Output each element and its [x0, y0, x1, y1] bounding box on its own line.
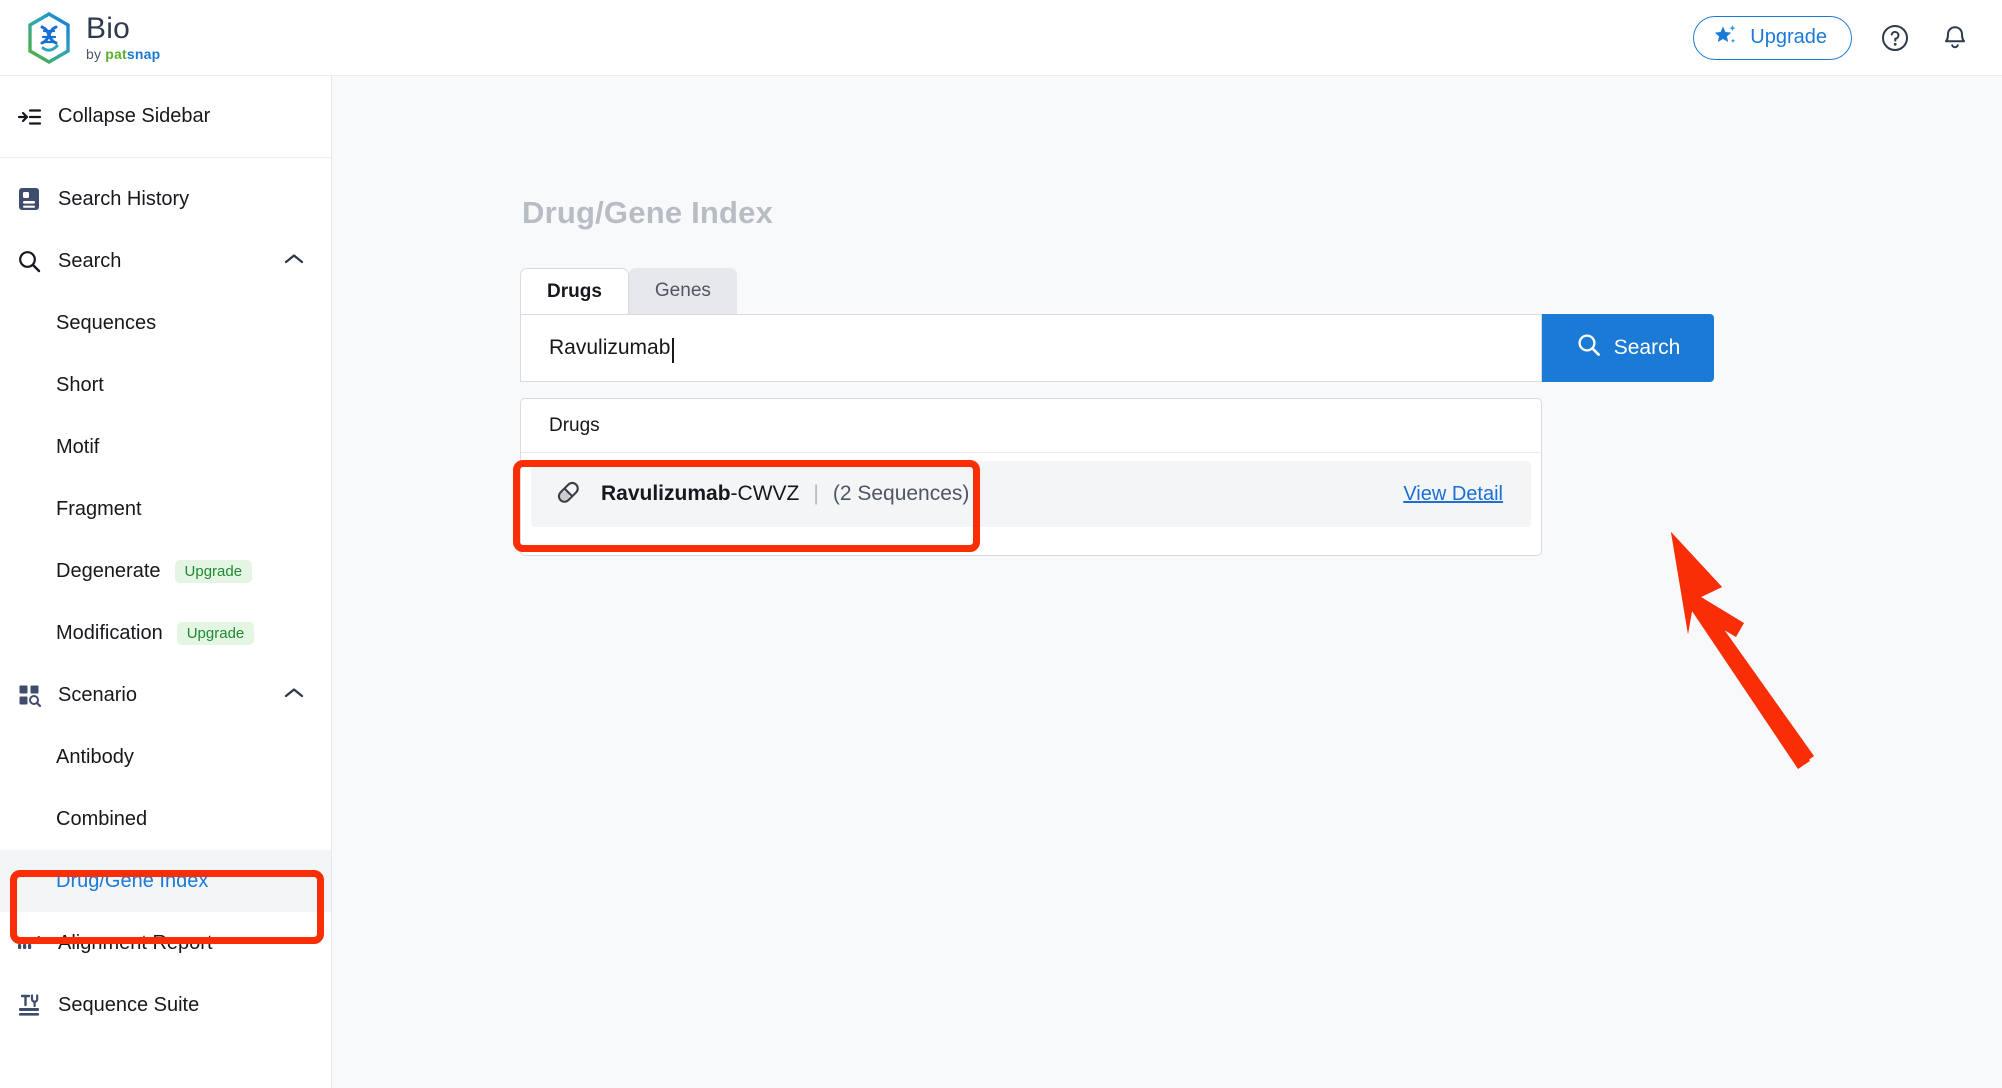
bio-dna-hexagon-icon [26, 11, 72, 64]
sidebar-item-combined[interactable]: Combined [0, 788, 331, 850]
search-input[interactable]: Ravulizumab [520, 314, 1542, 382]
sidebar-item-label: Combined [56, 807, 148, 830]
suggestion-separator: | [813, 482, 819, 505]
suggestion-row[interactable]: Ravulizumab-CWVZ | (2 Sequences) View De… [531, 461, 1531, 527]
sidebar-item-label: Short [56, 373, 104, 396]
brand-snap-label: snap [126, 46, 161, 62]
search-row: Ravulizumab Search [520, 314, 1714, 382]
sidebar: Collapse Sidebar Search History Search S… [0, 76, 332, 1088]
suggestion-sequence-count: (2 Sequences) [832, 482, 970, 505]
sidebar-item-label: Antibody [56, 745, 134, 768]
sidebar-item-label: Fragment [56, 497, 142, 520]
sidebar-item-search-history[interactable]: Search History [0, 168, 331, 230]
pill-capsule-icon [553, 477, 583, 512]
upgrade-badge[interactable]: Upgrade [176, 621, 255, 645]
search-button-label: Search [1613, 336, 1681, 359]
history-document-icon [16, 186, 42, 212]
alignment-bars-icon [16, 930, 42, 956]
suggestion-group-label: Drugs [521, 399, 1541, 453]
sidebar-item-label: Alignment Report [58, 931, 213, 954]
sidebar-nav: Search History Search Sequences Short Mo… [0, 158, 331, 1036]
brand-by-label: by [86, 46, 106, 62]
grid-search-icon [16, 682, 42, 708]
sidebar-item-label: Drug/Gene Index [56, 869, 209, 892]
sidebar-item-short[interactable]: Short [0, 354, 331, 416]
tab-bar: Drugs Genes [520, 268, 737, 314]
app-header: Bio by patsnap Upgrade [0, 0, 2002, 76]
sidebar-item-drug-gene-index[interactable]: Drug/Gene Index [0, 850, 331, 912]
tools-icon [16, 992, 42, 1018]
sidebar-item-label: Modification [56, 621, 163, 644]
sidebar-group-label: Scenario [58, 683, 137, 706]
sidebar-item-sequence-suite[interactable]: Sequence Suite [0, 974, 331, 1036]
main-content: Drug/Gene Index Drugs Genes Ravulizumab [332, 76, 2002, 1088]
collapse-sidebar-label: Collapse Sidebar [58, 105, 211, 127]
suggestion-name-rest: -CWVZ [730, 482, 800, 505]
sidebar-group-search[interactable]: Search [0, 230, 331, 292]
upgrade-button[interactable]: Upgrade [1693, 15, 1852, 60]
help-circle-icon[interactable] [1878, 21, 1912, 55]
tab-label: Drugs [547, 280, 602, 302]
magnifier-icon [16, 248, 42, 274]
search-button[interactable]: Search [1542, 314, 1714, 382]
bell-icon[interactable] [1938, 21, 1972, 55]
sidebar-item-sequences[interactable]: Sequences [0, 292, 331, 354]
tab-drugs[interactable]: Drugs [520, 268, 629, 314]
tab-label: Genes [654, 280, 711, 301]
upgrade-badge[interactable]: Upgrade [174, 559, 253, 583]
collapse-sidebar-button[interactable]: Collapse Sidebar [0, 76, 331, 158]
tab-genes[interactable]: Genes [628, 268, 737, 314]
sidebar-item-label: Sequences [56, 311, 157, 334]
sidebar-item-label: Degenerate [56, 559, 161, 582]
sidebar-item-fragment[interactable]: Fragment [0, 478, 331, 540]
sidebar-item-label: Motif [56, 435, 100, 458]
sidebar-group-label: Search [58, 249, 122, 272]
sidebar-item-motif[interactable]: Motif [0, 416, 331, 478]
sidebar-item-degenerate[interactable]: Degenerate Upgrade [0, 540, 331, 602]
chevron-up-icon[interactable] [283, 686, 305, 705]
text-cursor [672, 337, 674, 363]
brand-subtitle: by patsnap [86, 47, 160, 61]
brand-pat-label: pat [105, 46, 127, 62]
suggestion-name-bold: Ravulizumab [601, 482, 731, 505]
search-icon [1576, 332, 1602, 364]
sidebar-item-label: Search History [58, 187, 190, 210]
sidebar-item-label: Sequence Suite [58, 993, 200, 1016]
sidebar-item-modification[interactable]: Modification Upgrade [0, 602, 331, 664]
brand-text-block: Bio by patsnap [86, 12, 160, 62]
brand-logo-block[interactable]: Bio by patsnap [26, 11, 160, 64]
search-input-value: Ravulizumab [549, 336, 671, 359]
upgrade-button-label: Upgrade [1750, 26, 1827, 48]
app-root: Bio by patsnap Upgrade Collapse Sidebar … [0, 0, 2002, 1088]
view-detail-link[interactable]: View Detail [1403, 483, 1503, 506]
brand-title: Bio [86, 12, 130, 45]
sidebar-item-antibody[interactable]: Antibody [0, 726, 331, 788]
sidebar-item-alignment-report[interactable]: Alignment Report [0, 912, 331, 974]
page-title: Drug/Gene Index [522, 195, 774, 230]
sidebar-group-scenario[interactable]: Scenario [0, 664, 331, 726]
collapse-arrow-icon [16, 104, 42, 130]
star-sparkle-icon [1712, 22, 1738, 53]
header-actions: Upgrade [1693, 15, 1972, 60]
chevron-up-icon[interactable] [283, 252, 305, 271]
suggestion-name: Ravulizumab-CWVZ [601, 482, 799, 506]
suggestion-dropdown: Drugs Ravulizumab-CWVZ | (2 Sequences) V… [520, 398, 1542, 556]
